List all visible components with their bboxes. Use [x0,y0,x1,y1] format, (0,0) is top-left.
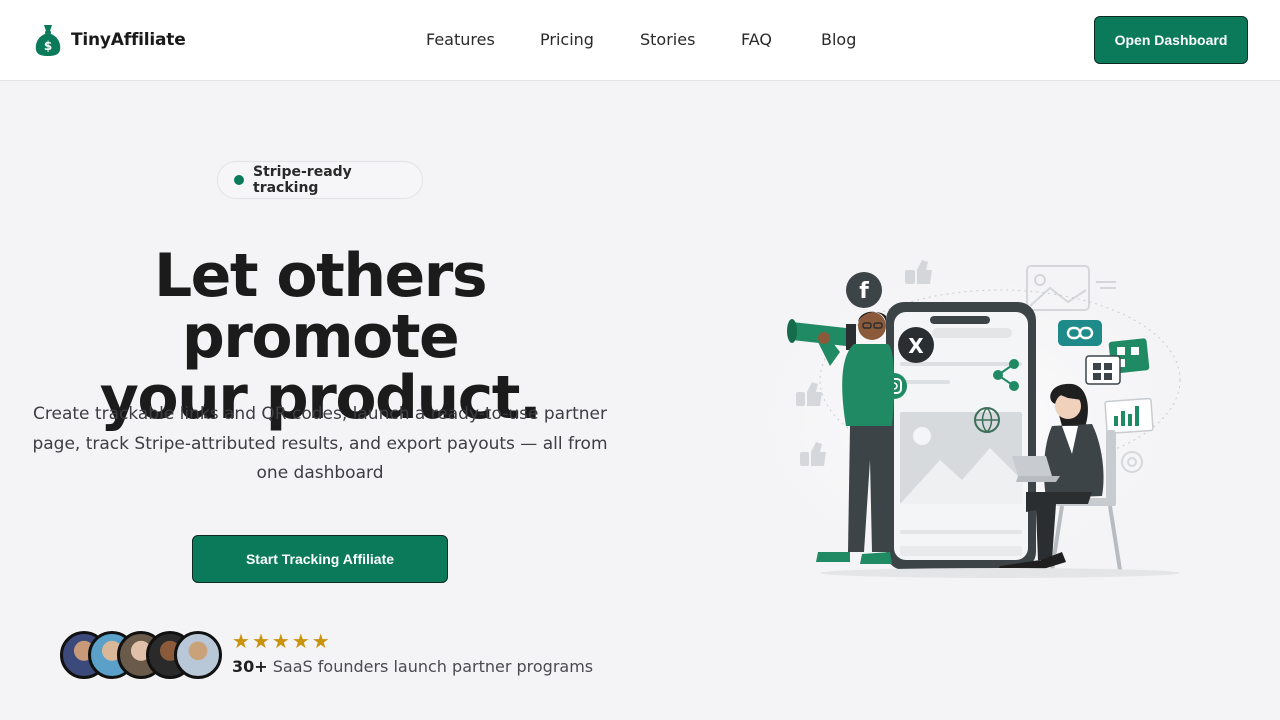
money-bag-icon: $ [35,25,61,56]
star-icon: ★ [271,629,290,653]
top-navbar: $ TinyAffiliate Features Pricing Stories… [0,0,1280,81]
open-dashboard-button[interactable]: Open Dashboard [1094,16,1248,64]
analytics-chart-icon [1104,397,1154,435]
svg-text:X: X [908,334,924,358]
nav-link-blog[interactable]: Blog [821,30,856,49]
founder-count: 30+ [232,657,268,676]
marketing-illustration: f X [705,235,1225,605]
nav-link-features[interactable]: Features [426,30,495,49]
founder-avatars [60,631,222,679]
badge-label: Stripe-ready tracking [253,164,352,196]
nav-link-faq[interactable]: FAQ [741,30,772,49]
nav-link-pricing[interactable]: Pricing [540,30,594,49]
social-proof-text: 30+ SaaS founders launch partner program… [232,657,593,676]
brand-name: TinyAffiliate [71,30,186,50]
svg-text:$: $ [44,39,52,53]
rating-stars: ★ ★ ★ ★ ★ [232,630,330,652]
star-icon: ★ [311,629,330,653]
star-icon: ★ [291,629,310,653]
status-dot-icon [234,175,244,185]
stripe-ready-badge: Stripe-ready tracking [217,161,423,199]
avatar [174,631,222,679]
star-icon: ★ [251,629,270,653]
nav-link-stories[interactable]: Stories [640,30,695,49]
svg-text:f: f [859,279,869,304]
hero-title-line-1: Let others promote [153,241,488,372]
start-tracking-button[interactable]: Start Tracking Affiliate [192,535,448,583]
hero-subtitle: Create trackable links and QR codes, lau… [32,404,608,483]
social-proof-label: SaaS founders launch partner programs [272,657,594,676]
star-icon: ★ [232,629,250,653]
brand-logo-link[interactable]: $ TinyAffiliate [34,23,186,57]
